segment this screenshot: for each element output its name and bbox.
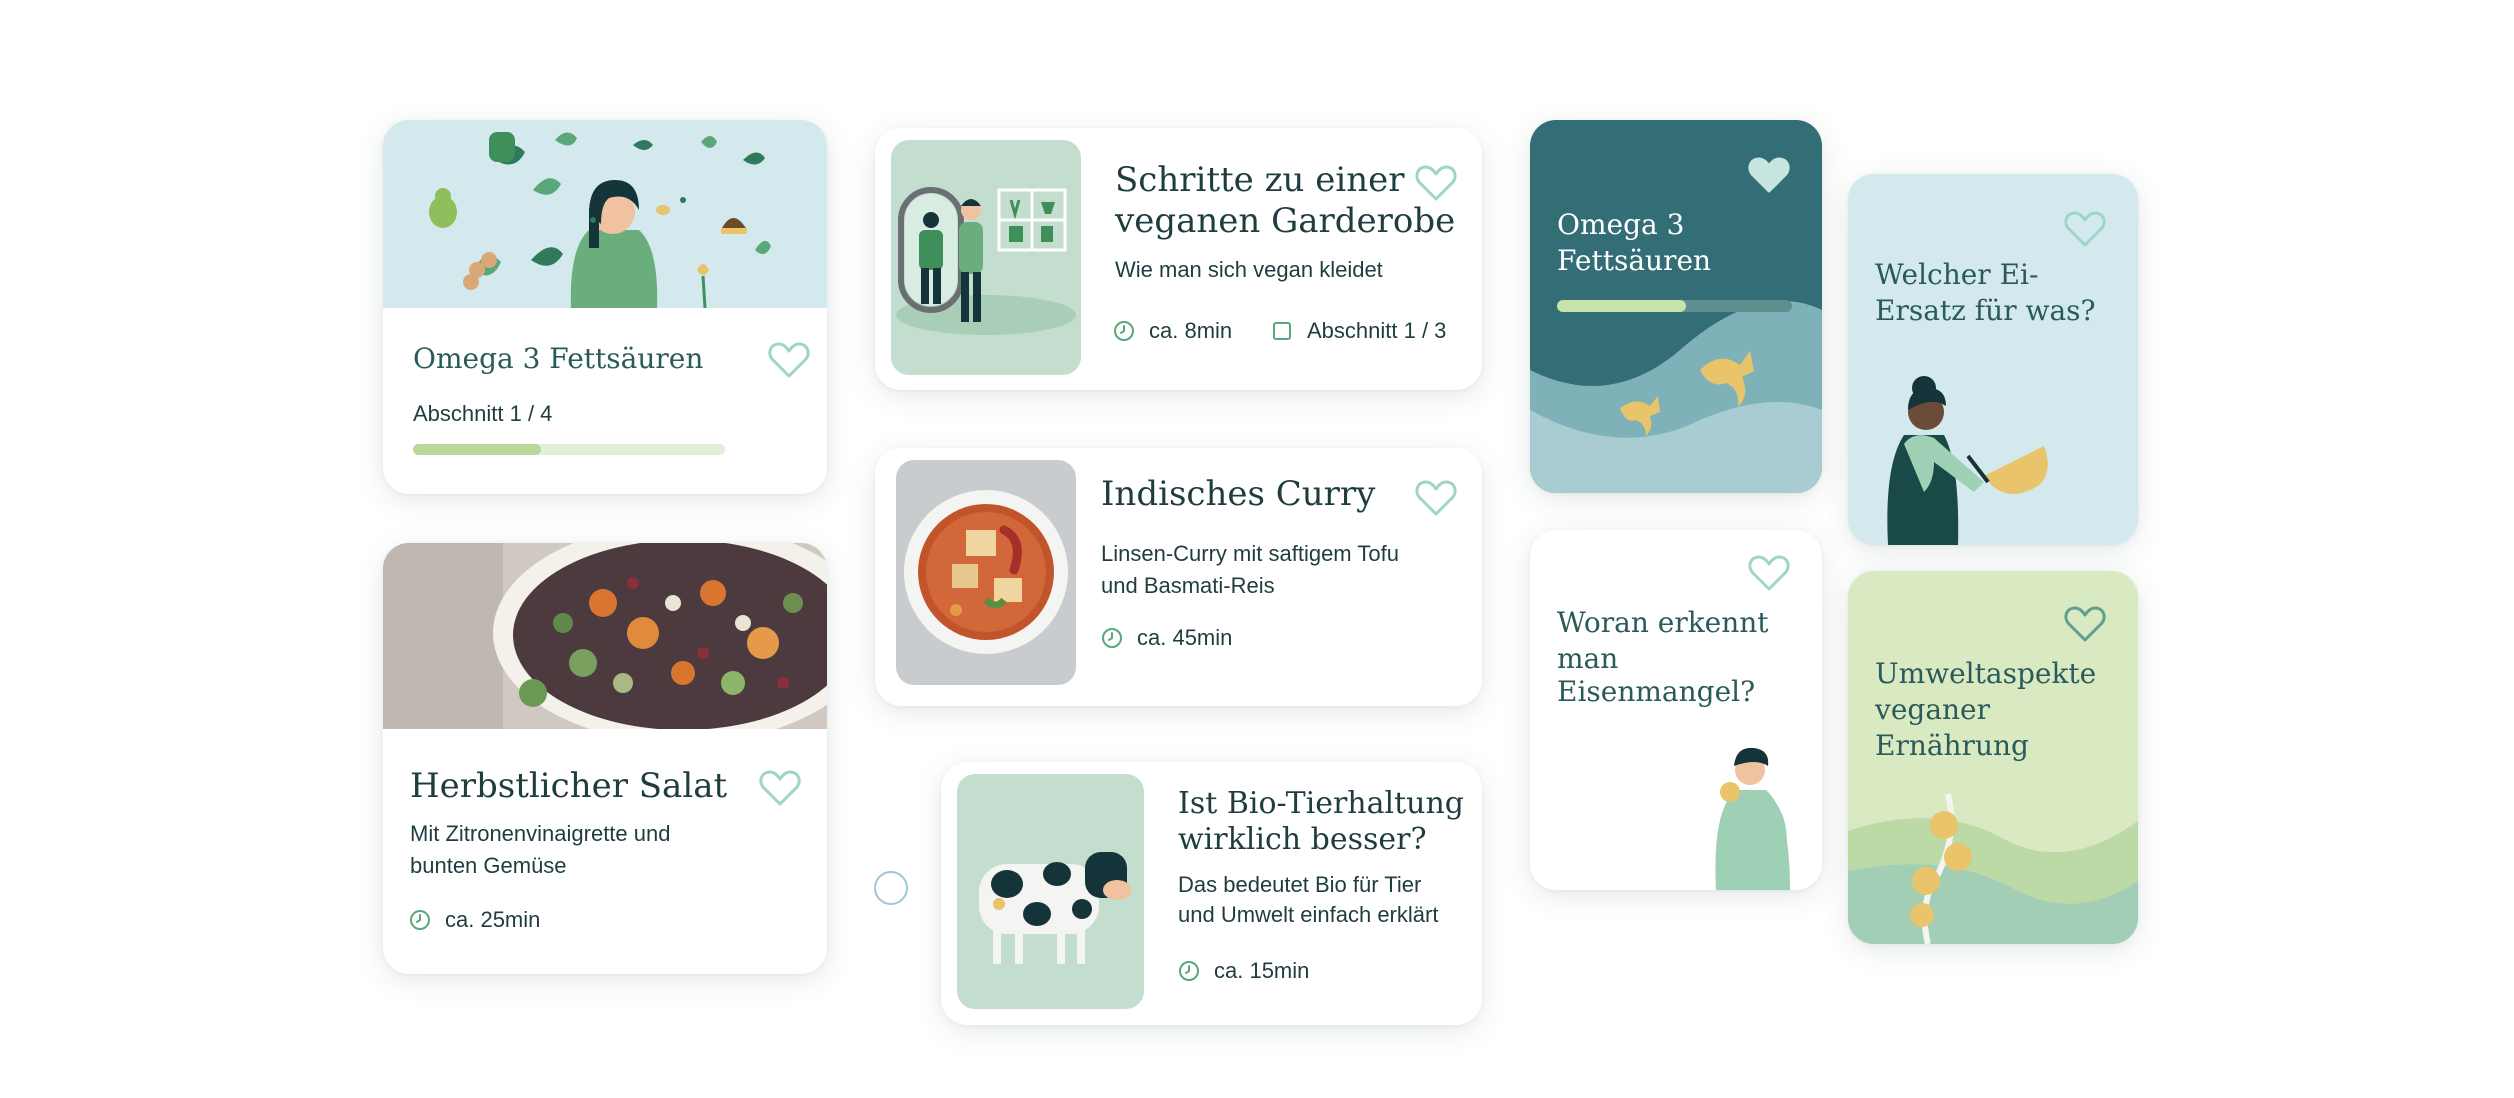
card-subtitle: Wie man sich vegan kleidet (1115, 257, 1383, 282)
radio-icon[interactable] (874, 871, 908, 905)
heart-icon[interactable] (2064, 605, 2106, 643)
duration: ca. 8min (1113, 318, 1232, 344)
tile-title-line2: Fettsäuren (1557, 244, 1712, 277)
curry-recipe-card[interactable]: Indisches Curry Linsen-Curry mit saftige… (875, 448, 1482, 706)
sections-label: Abschnitt 1 / 3 (1307, 318, 1447, 343)
duration: ca. 45min (1101, 625, 1232, 651)
tile-title-line2: man Eisenmangel? (1557, 642, 1756, 709)
duration-label: ca. 15min (1214, 958, 1310, 983)
heart-icon[interactable] (1415, 479, 1457, 517)
tile-title-line2: veganer (1875, 693, 1990, 726)
tile-title-line1: Woran erkennt (1557, 606, 1769, 639)
eisenmangel-tile[interactable]: Woran erkennt man Eisenmangel? (1530, 530, 1822, 890)
heart-icon[interactable] (1415, 164, 1457, 202)
duration-label: ca. 45min (1137, 625, 1233, 650)
card-title-line2: wirklich besser? (1178, 822, 1427, 857)
heart-icon[interactable] (759, 769, 801, 807)
heart-icon[interactable] (2064, 210, 2106, 248)
progress-bar-fill (413, 444, 541, 455)
card-subtitle-line1: Das bedeutet Bio für Tier (1178, 872, 1422, 897)
duration: ca. 25min (409, 907, 540, 933)
sections: Abschnitt 1 / 3 (1271, 318, 1446, 344)
clock-icon (1101, 627, 1123, 649)
progress-bar (1557, 300, 1792, 312)
card-subtitle-line2: bunten Gemüse (410, 853, 567, 878)
tile-title-line1: Umweltaspekte (1875, 657, 2097, 690)
salad-recipe-card[interactable]: Herbstlicher Salat Mit Zitronenvinaigret… (383, 543, 827, 974)
heart-icon[interactable] (768, 341, 810, 379)
omega-illustration (383, 120, 827, 308)
cow-illustration (957, 774, 1144, 1009)
clock-icon (1113, 320, 1135, 342)
card-subtitle-line2: und Basmati-Reis (1101, 573, 1275, 598)
card-subtitle-line2: und Umwelt einfach erklärt (1178, 902, 1439, 927)
salad-photo (383, 543, 827, 729)
duration-label: ca. 8min (1149, 318, 1233, 343)
ei-ersatz-tile[interactable]: Welcher Ei- Ersatz für was? (1848, 174, 2138, 545)
tile-title-line1: Welcher Ei- (1875, 258, 2039, 291)
progress-label: Abschnitt 1 / 4 (413, 401, 553, 426)
card-title-line1: Schritte zu einer (1115, 160, 1405, 200)
card-title-line2: veganen Garderobe (1115, 201, 1456, 241)
duration: ca. 15min (1178, 958, 1309, 984)
card-subtitle-line1: Mit Zitronenvinaigrette und (410, 821, 671, 846)
bio-article-card[interactable]: Ist Bio-Tierhaltung wirklich besser? Das… (941, 762, 1482, 1025)
umwelt-tile[interactable]: Umweltaspekte veganer Ernährung (1848, 571, 2138, 944)
duration-label: ca. 25min (445, 907, 541, 932)
clock-icon (1178, 960, 1200, 982)
card-title: Herbstlicher Salat (410, 766, 728, 806)
omega-tile[interactable]: Omega 3 Fettsäuren (1530, 120, 1822, 493)
tile-title-line1: Omega 3 (1557, 208, 1685, 241)
progress-bar-fill (1557, 300, 1687, 312)
heart-filled-icon[interactable] (1748, 156, 1790, 194)
curry-photo (896, 460, 1076, 685)
clock-icon (409, 909, 431, 931)
card-subtitle-line1: Linsen-Curry mit saftigem Tofu (1101, 541, 1399, 566)
section-icon (1271, 320, 1293, 342)
heart-icon[interactable] (1748, 554, 1790, 592)
tile-title-line3: Ernährung (1875, 729, 2029, 762)
wardrobe-article-card[interactable]: Schritte zu einer veganen Garderobe Wie … (875, 128, 1482, 390)
tile-title-line2: Ersatz für was? (1875, 294, 2096, 327)
card-title: Omega 3 Fettsäuren (413, 342, 704, 375)
omega-article-card[interactable]: Omega 3 Fettsäuren Abschnitt 1 / 4 (383, 120, 827, 494)
wardrobe-illustration (891, 140, 1081, 375)
card-title-line1: Ist Bio-Tierhaltung (1178, 786, 1465, 821)
card-title: Indisches Curry (1101, 474, 1376, 514)
progress-bar (413, 444, 725, 455)
